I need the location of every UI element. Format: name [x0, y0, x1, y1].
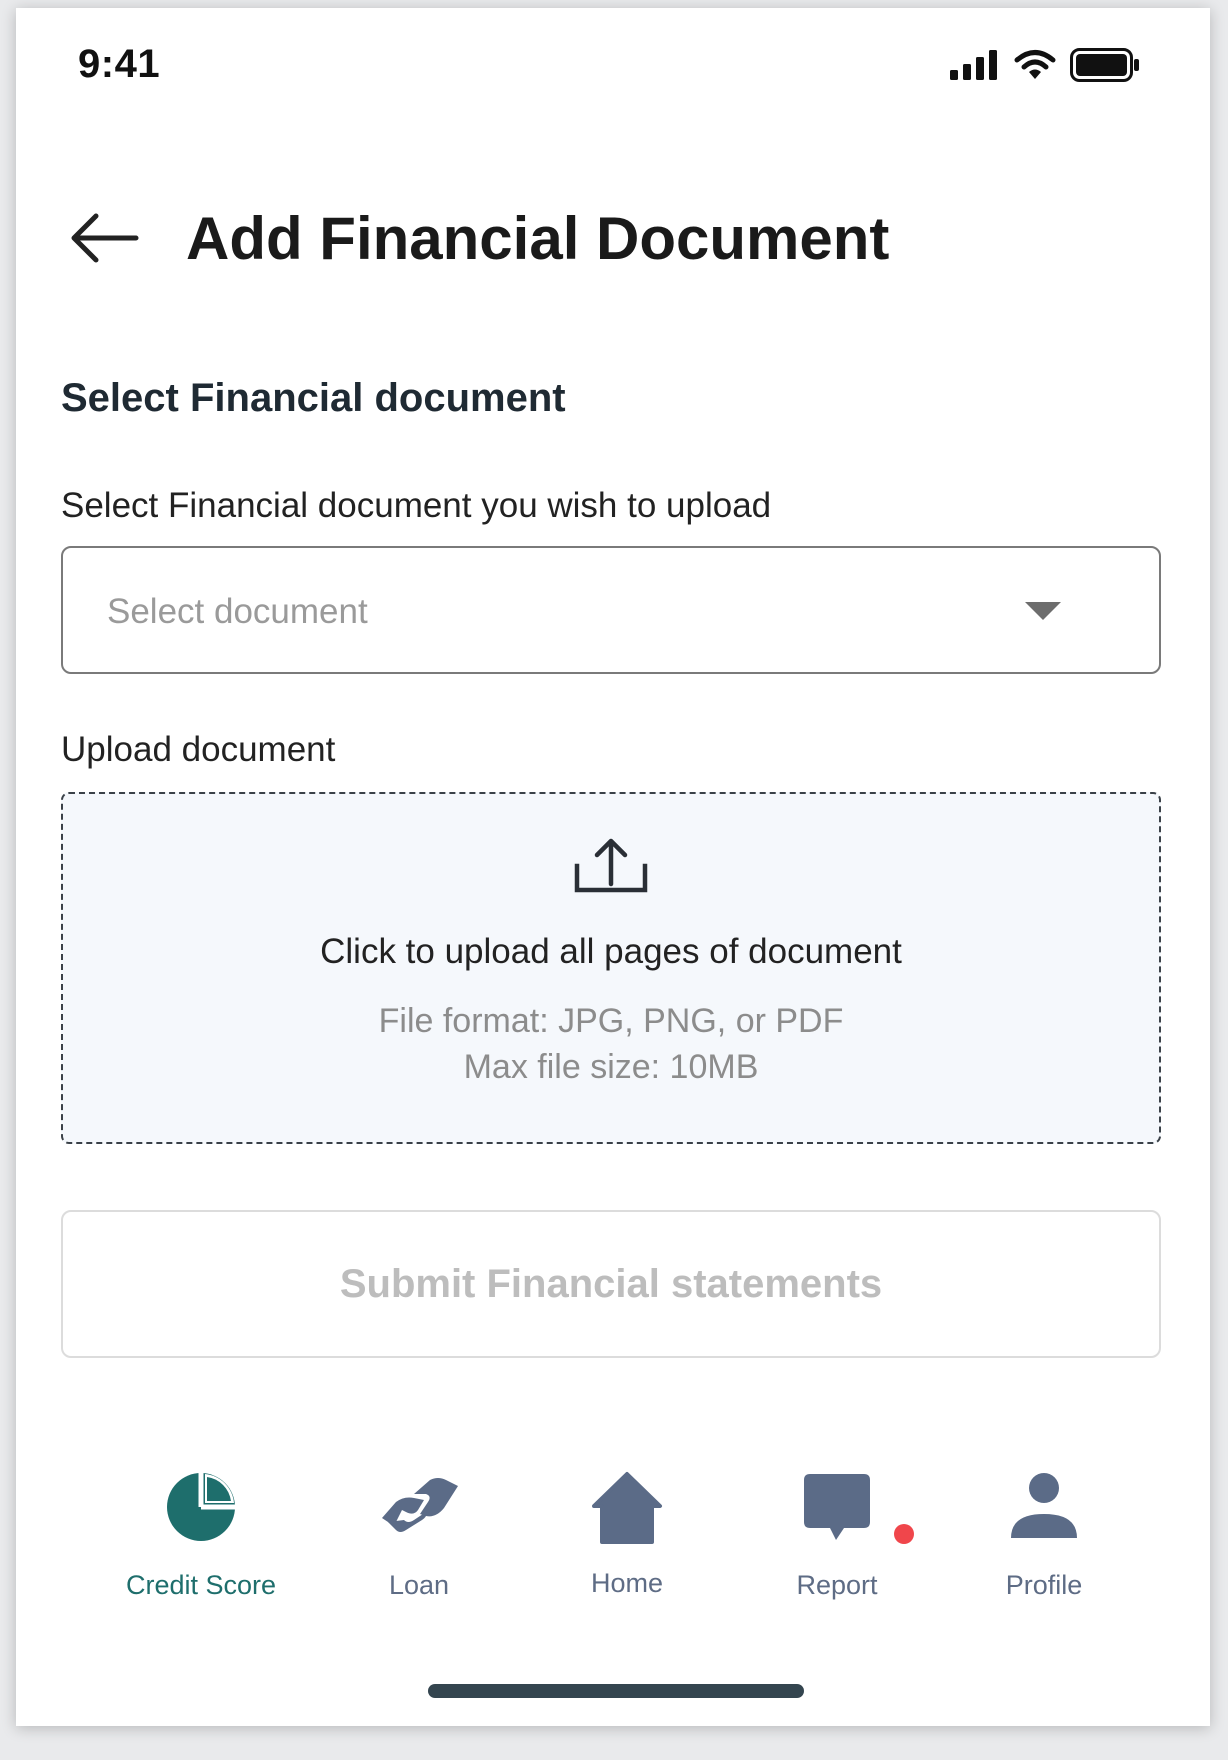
nav-label-home: Home	[590, 1568, 664, 1598]
handshake-icon	[382, 1478, 458, 1532]
upload-format-hint: File format: JPG, PNG, or PDF	[378, 1002, 844, 1040]
upload-size-hint: Max file size: 10MB	[463, 1048, 759, 1086]
page-title: Add Financial Document	[186, 205, 890, 272]
pie-chart-icon	[167, 1471, 237, 1541]
upload-dropzone[interactable]: Click to upload all pages of document Fi…	[61, 792, 1161, 1144]
nav-item-credit-score[interactable]: Credit Score	[101, 1466, 301, 1616]
phone-screen: 9:41 Add Financial Document Select Finan…	[16, 8, 1210, 1726]
chevron-down-icon	[1025, 602, 1061, 620]
battery-icon	[1070, 48, 1139, 82]
home-indicator	[428, 1684, 804, 1698]
nav-item-home[interactable]: Home	[527, 1466, 727, 1616]
nav-label-profile: Profile	[1005, 1570, 1083, 1600]
bottom-nav: Credit Score Loan Home Report Profile	[16, 1466, 1210, 1626]
nav-label-loan: Loan	[388, 1570, 450, 1600]
nav-label-credit-score: Credit Score	[125, 1570, 277, 1600]
section-title: Select Financial document	[61, 376, 566, 420]
chat-bubble-icon	[804, 1474, 870, 1540]
nav-item-profile[interactable]: Profile	[944, 1466, 1144, 1616]
upload-label: Upload document	[61, 730, 336, 769]
notification-dot	[894, 1524, 914, 1544]
upload-icon	[574, 838, 648, 893]
home-icon	[592, 1472, 662, 1544]
submit-button[interactable]: Submit Financial statements	[61, 1210, 1161, 1358]
document-select-label: Select Financial document you wish to up…	[61, 486, 772, 525]
signal-icon	[950, 50, 997, 80]
user-icon	[1011, 1473, 1077, 1538]
status-time: 9:41	[78, 42, 161, 86]
nav-item-loan[interactable]: Loan	[319, 1466, 519, 1616]
document-select[interactable]: Select document	[61, 546, 1161, 674]
document-select-placeholder: Select document	[107, 592, 368, 631]
status-icons	[950, 48, 1140, 82]
nav-item-report[interactable]: Report	[737, 1466, 937, 1616]
upload-title: Click to upload all pages of document	[320, 932, 902, 971]
wifi-icon	[1014, 50, 1056, 79]
arrow-left-icon[interactable]	[66, 208, 142, 268]
nav-label-report: Report	[796, 1570, 878, 1600]
